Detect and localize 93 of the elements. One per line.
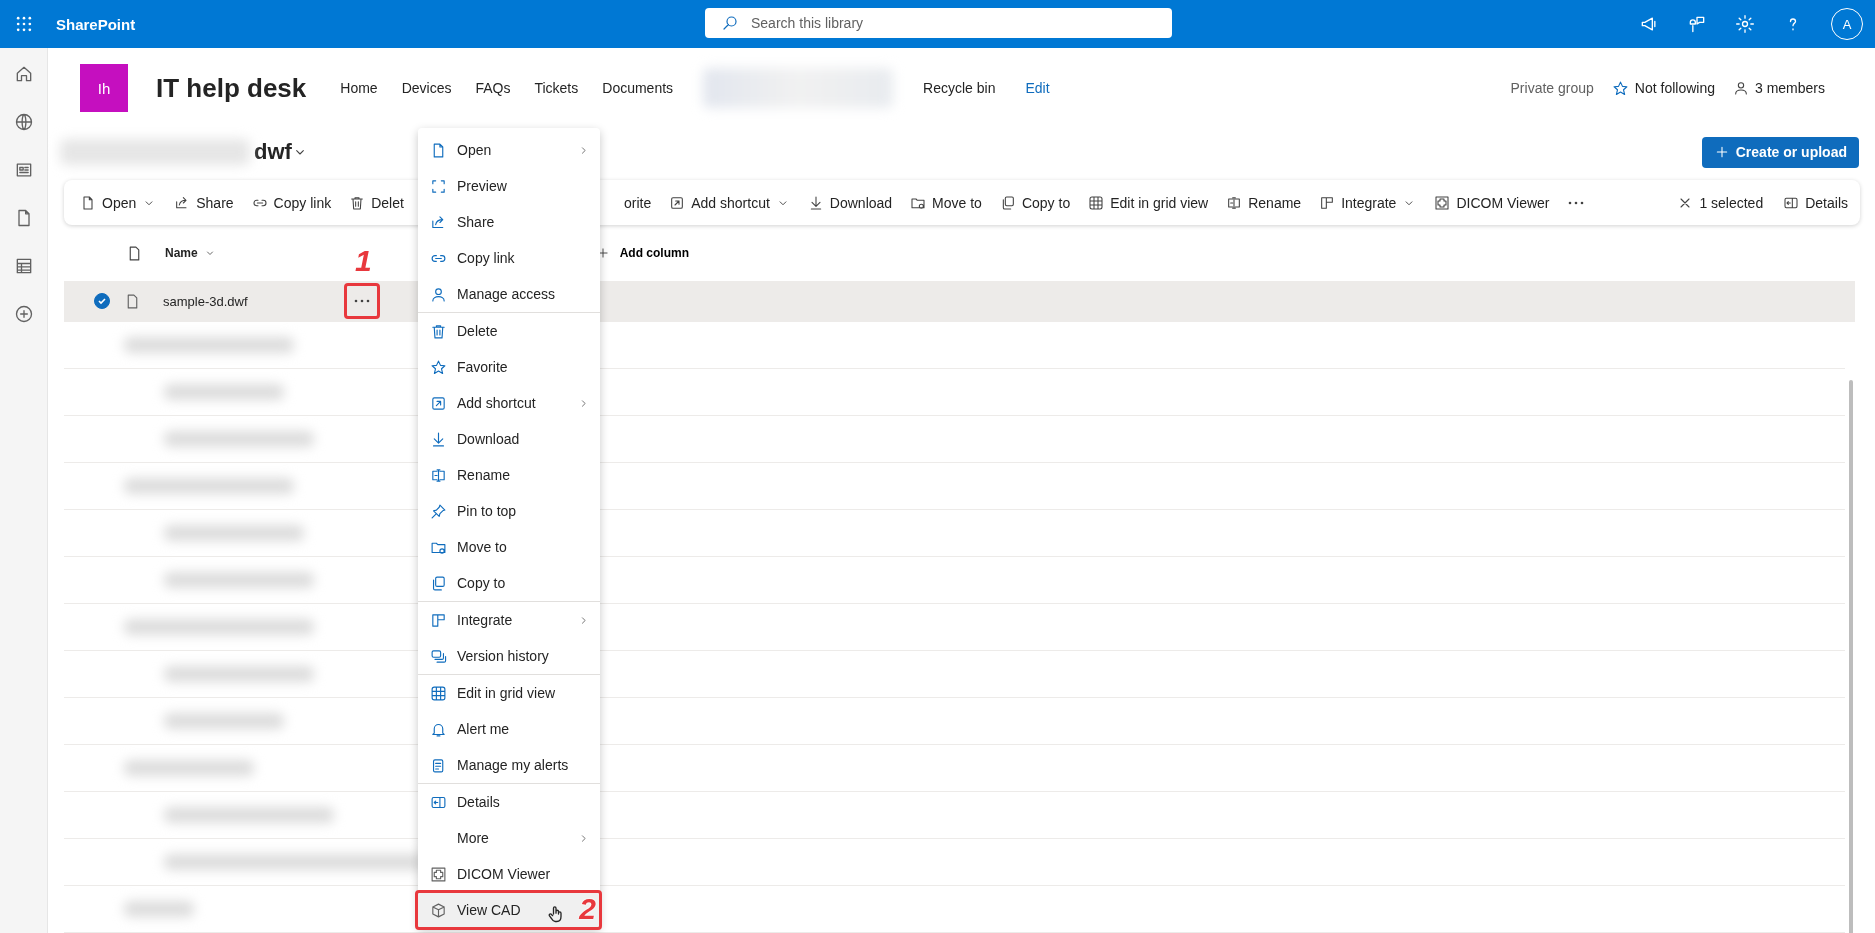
menu-item[interactable]: DICOM Viewer — [418, 856, 600, 892]
row-checkbox[interactable] — [94, 293, 110, 309]
column-header[interactable]: Name — [165, 246, 216, 260]
star-icon — [430, 358, 447, 376]
annotation-number: 2 — [579, 894, 596, 924]
layout-icon — [430, 611, 447, 629]
menu-item[interactable]: Copy to — [418, 565, 600, 601]
trash-icon — [430, 322, 447, 340]
layout-icon — [1319, 194, 1336, 211]
clear-selection-button[interactable]: 1 selected — [1677, 194, 1764, 211]
menu-item[interactable]: Edit in grid view — [418, 675, 600, 711]
site-title[interactable]: IT help desk — [156, 72, 307, 104]
grid-icon — [1088, 194, 1105, 211]
menu-item[interactable]: Move to — [418, 529, 600, 565]
nav-link[interactable]: Devices — [401, 80, 452, 96]
menu-item[interactable]: Manage my alerts — [418, 747, 600, 783]
person-icon — [430, 285, 447, 303]
menu-item[interactable]: Share — [418, 204, 600, 240]
toolbar-button[interactable]: orite — [602, 194, 652, 211]
menu-item[interactable]: Pin to top — [418, 493, 600, 529]
trash-icon — [349, 194, 366, 211]
nav-link[interactable]: Home — [340, 80, 378, 96]
annotation-number: 1 — [355, 246, 372, 276]
menu-item[interactable]: Alert me — [418, 711, 600, 747]
file-name[interactable]: sample-3d.dwf — [163, 293, 343, 309]
star-icon — [1611, 79, 1629, 97]
toolbar-button[interactable]: Delet — [349, 194, 404, 211]
menu-item[interactable]: Rename — [418, 457, 600, 493]
nav-link[interactable]: FAQs — [475, 80, 511, 96]
download-icon — [430, 430, 447, 448]
preview-icon — [430, 177, 447, 195]
globe-icon — [13, 112, 34, 132]
toolbar-button[interactable]: Open — [80, 194, 157, 211]
app-launcher-icon[interactable] — [14, 14, 34, 34]
cross-frame-icon — [1434, 194, 1451, 211]
menu-item[interactable]: Delete — [418, 313, 600, 349]
cube-icon — [430, 901, 447, 919]
scrollbar[interactable] — [1849, 380, 1853, 933]
menu-item[interactable]: Download — [418, 421, 600, 457]
person-icon — [1732, 80, 1749, 96]
details-button[interactable]: Details — [1783, 194, 1848, 211]
library-title[interactable]: dwf — [254, 139, 292, 165]
toolbar-button[interactable]: Add shortcut — [669, 194, 790, 211]
edit-link[interactable]: Edit — [1025, 80, 1050, 96]
more-icon — [1567, 200, 1584, 205]
members-link[interactable]: 3 members — [1754, 80, 1825, 96]
search-icon — [721, 14, 739, 32]
toolbar-button[interactable]: Copy to — [999, 194, 1071, 211]
menu-item[interactable]: View CAD 2 — [418, 892, 600, 928]
toolbar-button[interactable]: Move to — [910, 194, 982, 211]
app-name[interactable]: SharePoint — [56, 15, 136, 33]
cross-frame-icon — [430, 865, 447, 883]
menu-item[interactable]: Add shortcut — [418, 385, 600, 421]
pin-icon — [430, 502, 447, 520]
menu-item[interactable]: Integrate — [418, 602, 600, 638]
menu-item[interactable]: Favorite — [418, 349, 600, 385]
grid-icon — [430, 684, 447, 702]
toolbar-button[interactable]: DICOM Viewer — [1434, 194, 1550, 211]
menu-item[interactable]: Details — [418, 784, 600, 820]
more-button[interactable] — [1567, 200, 1584, 205]
more-icon — [354, 299, 370, 303]
toolbar-button[interactable]: Edit in grid view — [1088, 194, 1209, 211]
privacy-label: Private group — [1510, 80, 1594, 96]
search-field[interactable]: Search this library — [705, 8, 1172, 38]
create-button[interactable]: Create or upload — [1701, 136, 1859, 168]
shortcut-icon — [430, 394, 447, 412]
document-icon — [80, 194, 96, 211]
menu-item[interactable]: Version history — [418, 638, 600, 674]
people-chat-icon — [1687, 14, 1707, 34]
menu-item[interactable]: More — [418, 820, 600, 856]
toolbar-button[interactable]: Rename — [1226, 194, 1302, 211]
settings-icon — [1735, 14, 1755, 34]
nav-link[interactable]: Documents — [602, 80, 674, 96]
stack-icon — [430, 647, 447, 665]
site-logo[interactable]: Ih — [80, 64, 128, 112]
nav-link[interactable]: Recycle bin — [923, 80, 996, 96]
menu-item[interactable]: Preview — [418, 168, 600, 204]
copy-icon — [430, 574, 447, 592]
shortcut-icon — [669, 194, 686, 211]
follow-link[interactable]: Not following — [1634, 80, 1715, 96]
annotation-box — [344, 283, 380, 319]
toolbar-button[interactable]: Download — [807, 194, 893, 211]
menu-item[interactable]: Manage access — [418, 276, 600, 312]
rename-icon — [1226, 194, 1243, 211]
add-icon — [13, 304, 34, 324]
checkmark-icon — [97, 296, 107, 306]
toolbar-button[interactable]: Copy link — [251, 194, 332, 211]
menu-item[interactable]: Open — [418, 132, 600, 168]
rename-icon — [430, 466, 447, 484]
toolbar-button[interactable]: Integrate — [1319, 194, 1417, 211]
nav-link[interactable]: Tickets — [534, 80, 579, 96]
toolbar-button[interactable]: Share — [174, 194, 234, 211]
blurred-redaction — [124, 901, 194, 917]
